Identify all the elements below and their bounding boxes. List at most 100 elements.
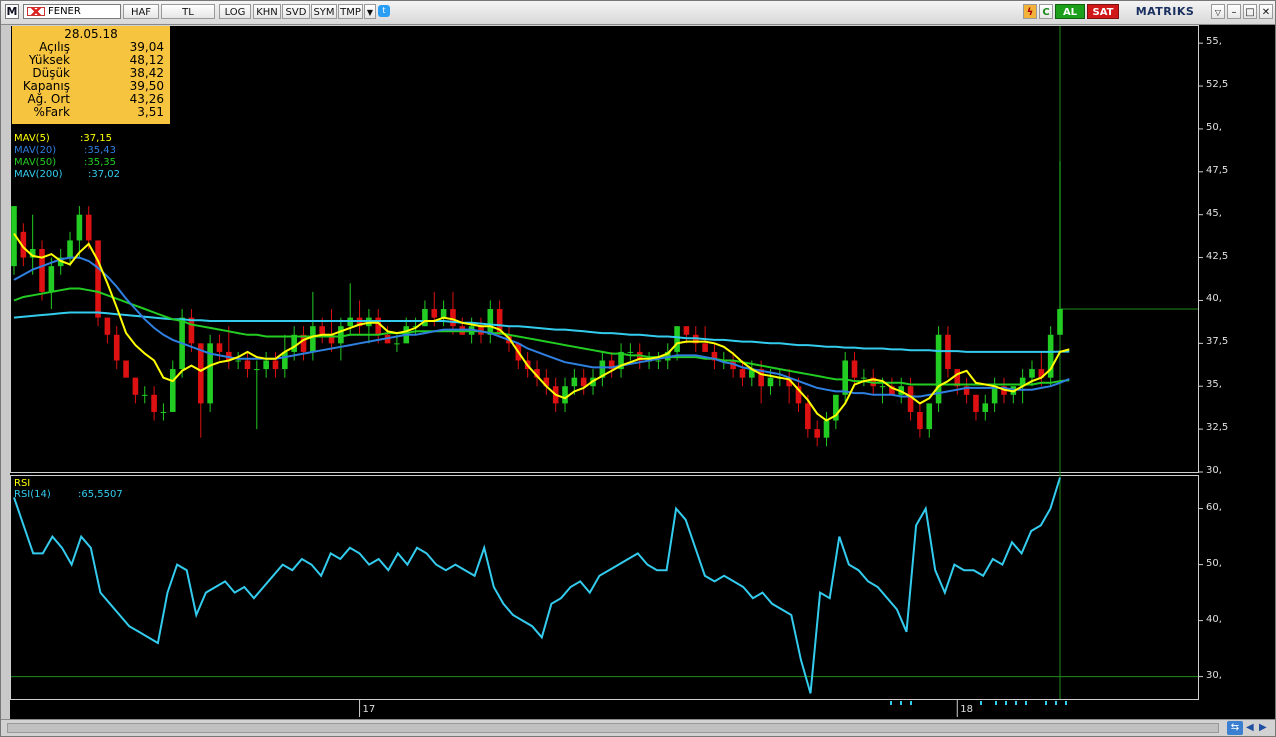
rsi-legend: RSI(14):65,5507 xyxy=(14,489,123,500)
tl-button[interactable]: TL xyxy=(161,4,215,19)
candle-body xyxy=(440,309,447,318)
ohlc-value: 3,51 xyxy=(137,105,164,119)
matriks-logo-icon: M xyxy=(5,4,19,19)
svd-button[interactable]: SVD xyxy=(282,4,310,19)
tmp-button[interactable]: TMP xyxy=(338,4,363,19)
ohlc-label: %Fark xyxy=(33,105,70,119)
candle-body xyxy=(338,326,344,344)
time-marker xyxy=(890,701,892,705)
time-axis-label: 17 xyxy=(362,704,376,715)
candle-body xyxy=(683,326,690,335)
horizontal-scrollbar[interactable]: ⇆ ◀ ▶ xyxy=(1,719,1275,736)
candle-body xyxy=(254,369,260,371)
rsi-title: RSI xyxy=(14,478,31,489)
candle-body xyxy=(113,334,120,361)
time-marker xyxy=(1015,701,1017,705)
candle-body xyxy=(132,377,139,395)
scroll-right-icon[interactable]: ▶ xyxy=(1259,722,1271,734)
candle-body xyxy=(188,317,195,344)
candle-body xyxy=(169,369,176,412)
close-button[interactable]: ✕ xyxy=(1259,4,1273,19)
price-axis-label: 47,5 xyxy=(1206,164,1229,176)
legend-mav20: MAV(20) :35,43 xyxy=(14,145,116,156)
price-axis-label: 42,5 xyxy=(1206,250,1229,262)
minimize-button[interactable]: – xyxy=(1227,4,1241,19)
sell-button[interactable]: SAT xyxy=(1087,4,1119,19)
candle-body xyxy=(739,369,746,378)
symbol-input[interactable]: FENER xyxy=(23,4,121,19)
candle-body xyxy=(123,360,129,378)
buy-button[interactable]: AL xyxy=(1055,4,1085,19)
lightning-icon[interactable]: ϟ xyxy=(1023,4,1037,19)
time-marker xyxy=(900,701,902,705)
price-axis-label: 45, xyxy=(1206,207,1222,219)
time-marker xyxy=(1005,701,1007,705)
legend-name: MAV(200) xyxy=(14,169,63,180)
sync-icon[interactable]: ⇆ xyxy=(1227,721,1243,735)
dropdown-arrow-icon[interactable]: ▼ xyxy=(364,4,376,19)
time-marker xyxy=(995,701,997,705)
sym-button[interactable]: SYM xyxy=(311,4,337,19)
candle-body xyxy=(823,420,830,438)
candle-body xyxy=(76,214,83,241)
brand-logo: MATRIKS xyxy=(1135,5,1195,18)
candle-body xyxy=(151,394,157,412)
time-marker xyxy=(980,701,982,705)
candle-body xyxy=(95,240,101,318)
legend-value: :35,43 xyxy=(84,145,116,156)
candle-body xyxy=(244,360,251,370)
chart-window: M FENER HAF TL LOG KHN SVD SYM TMP ▼ t ϟ… xyxy=(0,0,1276,737)
menu-dropdown-icon[interactable]: ▽ xyxy=(1211,4,1225,19)
candle-body xyxy=(85,214,92,241)
legend-name: MAV(20) xyxy=(14,145,57,156)
candle-body xyxy=(655,360,662,362)
candle-body xyxy=(104,317,111,335)
candle-body xyxy=(973,394,979,412)
haf-button[interactable]: HAF xyxy=(123,4,159,19)
legend-mav200: MAV(200):37,02 xyxy=(14,169,120,180)
candle-body xyxy=(487,309,494,335)
candle-body xyxy=(805,403,811,430)
candle-body xyxy=(767,377,774,387)
toolbar: M FENER HAF TL LOG KHN SVD SYM TMP ▼ t ϟ… xyxy=(1,1,1275,25)
rsi-panel-border xyxy=(10,475,1199,700)
candle-body xyxy=(1057,309,1063,335)
ohlc-row-change: %Fark 3,51 xyxy=(12,106,170,119)
time-marker xyxy=(910,701,912,705)
price-axis-label: 30, xyxy=(1206,465,1222,476)
candle-body xyxy=(851,360,858,378)
candle-body xyxy=(394,343,400,345)
refresh-icon[interactable]: C xyxy=(1039,4,1053,19)
candle-body xyxy=(319,326,325,335)
price-panel-border xyxy=(10,25,1199,473)
candle-body xyxy=(431,309,438,318)
legend-name: MAV(5) xyxy=(14,133,50,144)
candle-body xyxy=(982,403,989,412)
chart-area[interactable] xyxy=(10,25,1275,719)
time-marker xyxy=(1025,701,1027,705)
time-axis-label: 18 xyxy=(960,704,973,715)
candle-body xyxy=(450,309,456,327)
price-axis-label: 50, xyxy=(1206,121,1222,133)
rsi-axis-label: 30, xyxy=(1206,669,1222,681)
legend-value: :35,35 xyxy=(84,157,116,168)
rsi-axis-label: 40, xyxy=(1206,613,1222,625)
khn-button[interactable]: KHN xyxy=(253,4,281,19)
candle-body xyxy=(310,326,316,352)
candle-body xyxy=(674,326,680,352)
log-button[interactable]: LOG xyxy=(219,4,251,19)
candle-body xyxy=(842,360,848,395)
candle-body xyxy=(814,429,820,438)
price-axis-label: 32,5 xyxy=(1206,422,1229,434)
scroll-track[interactable] xyxy=(7,723,1219,733)
candle-body xyxy=(39,249,45,292)
scroll-left-icon[interactable]: ◀ xyxy=(1246,722,1258,734)
maximize-button[interactable]: □ xyxy=(1243,4,1257,19)
candle-body xyxy=(160,411,167,413)
candle-body xyxy=(48,266,55,292)
twitter-icon[interactable]: t xyxy=(378,5,390,17)
time-marker xyxy=(1045,701,1047,705)
rsi-line xyxy=(13,477,1061,694)
rsi-name: RSI(14) xyxy=(14,489,51,500)
legend-mav5: MAV(5):37,15 xyxy=(14,133,112,144)
